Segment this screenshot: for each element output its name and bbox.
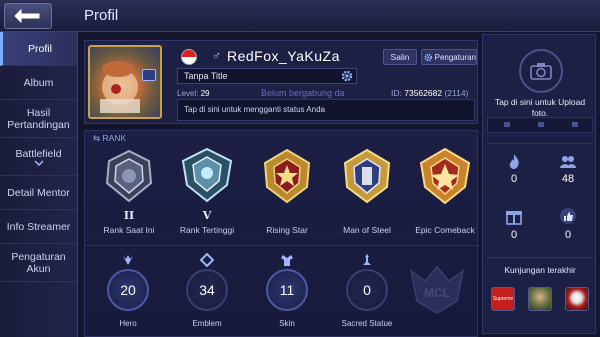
- photo-slots: [487, 117, 593, 133]
- avatar[interactable]: [88, 45, 162, 119]
- rank-header: ⇆ RANK: [93, 133, 126, 144]
- highest-rank-label: Rank Tertinggi: [179, 225, 235, 235]
- gift-icon[interactable]: [505, 207, 523, 225]
- status-input[interactable]: Tap di sini untuk mengganti status Anda: [177, 99, 475, 121]
- rank-panel: ⇆ RANK II Rank Saat Ini V Rank Tertinggi…: [84, 130, 479, 337]
- photo-slot-icon[interactable]: [488, 118, 594, 132]
- highest-rank-tier: V: [202, 209, 212, 222]
- visitor-avatar[interactable]: [528, 287, 552, 311]
- sidebar-item-label: Hasil Pertandingan: [7, 106, 70, 131]
- rank-header-icon: ⇆: [93, 133, 101, 143]
- mcl-logo-text: MCL: [424, 286, 450, 300]
- sidebar-item-label: Profil: [28, 42, 52, 55]
- guild-status: Belum bergabung da: [261, 88, 345, 98]
- sidebar-item-battlefield[interactable]: Battlefield: [0, 138, 77, 176]
- top-bar: Profil: [0, 0, 600, 32]
- like-count: 0: [564, 229, 572, 241]
- visitor-avatar-text: Supreme: [492, 296, 514, 302]
- chevron-down-icon: [33, 159, 44, 166]
- server-value: (2114): [444, 88, 469, 98]
- level-display: Level: 29: [177, 89, 210, 98]
- back-arrow-icon: [14, 8, 40, 24]
- copy-button[interactable]: Salin: [383, 49, 417, 65]
- hero-icon: [123, 255, 133, 265]
- upload-photo-text[interactable]: Tap di sini untuk Upload foto.: [487, 97, 593, 119]
- hero-count[interactable]: 20: [107, 269, 149, 311]
- hero-portrait-icon: [100, 61, 140, 113]
- male-gender-icon: ♂: [211, 48, 222, 63]
- man-of-steel-label: Man of Steel: [343, 225, 391, 235]
- skin-count[interactable]: 11: [266, 269, 308, 311]
- highest-rank-badge-icon[interactable]: [177, 147, 237, 205]
- emblem-count[interactable]: 34: [186, 269, 228, 311]
- sidebar-item-hasil-pertandingan[interactable]: Hasil Pertandingan: [0, 100, 77, 138]
- recent-visits-label: Kunjungan terakhir: [504, 265, 576, 275]
- indonesia-flag-icon: [181, 49, 197, 65]
- sacred-statue-icon: [363, 254, 371, 265]
- friends-count: 48: [561, 173, 575, 185]
- mcl-logo-icon: MCL: [409, 265, 465, 314]
- fire-icon: [509, 154, 519, 169]
- main-content: ♂ RedFox_YaKuZa Salin Pengaturan Tanpa T…: [80, 34, 479, 337]
- sidebar-item-album[interactable]: Album: [0, 66, 77, 100]
- man-of-steel-medal-icon[interactable]: [337, 147, 397, 205]
- right-panel: Tap di sini untuk Upload foto. 0 48 0 0 …: [482, 34, 596, 334]
- rising-star-medal-icon[interactable]: [257, 147, 317, 205]
- sacred-statue-count[interactable]: 0: [346, 269, 388, 311]
- title-field[interactable]: Tanpa Title: [177, 68, 357, 84]
- settings-label: Pengaturan: [434, 52, 476, 62]
- camera-icon: [530, 63, 552, 80]
- settings-button[interactable]: Pengaturan: [421, 49, 477, 65]
- popularity-count: 0: [510, 173, 518, 185]
- right-panel-divider: [487, 143, 593, 144]
- change-avatar-icon[interactable]: [142, 69, 156, 81]
- sidebar-item-pengaturan-akun[interactable]: Pengaturan Akun: [0, 244, 77, 282]
- profile-card: ♂ RedFox_YaKuZa Salin Pengaturan Tanpa T…: [84, 40, 478, 124]
- sidebar-item-label: Detail Mentor: [7, 186, 70, 199]
- skin-label: Skin: [279, 319, 295, 328]
- gear-icon: [424, 53, 433, 61]
- emblem-label: Emblem: [192, 319, 222, 328]
- sidebar-item-profil[interactable]: Profil: [0, 32, 77, 66]
- current-rank-label: Rank Saat Ini: [103, 225, 155, 235]
- skin-icon: [281, 255, 293, 266]
- page-title: Profil: [84, 7, 119, 24]
- back-button[interactable]: [4, 3, 52, 29]
- sidebar-item-label: Album: [23, 76, 54, 89]
- visitor-avatar[interactable]: [565, 287, 589, 311]
- sidebar-item-label: Info Streamer: [6, 220, 71, 233]
- player-id: ID: 73562682 (2114): [391, 88, 468, 98]
- id-label: ID:: [391, 88, 402, 98]
- rank-header-label: RANK: [102, 133, 127, 143]
- visitor-avatar[interactable]: Supreme: [491, 287, 515, 311]
- emblem-icon: [200, 253, 214, 267]
- friends-icon: [560, 156, 576, 168]
- level-label: Level:: [177, 89, 199, 98]
- sidebar-item-detail-mentor[interactable]: Detail Mentor: [0, 176, 77, 210]
- current-rank-badge-icon[interactable]: [99, 147, 159, 205]
- hero-label: Hero: [119, 319, 137, 328]
- sidebar: Profil Album Hasil Pertandingan Battlefi…: [0, 32, 78, 337]
- sacred-statue-label: Sacred Statue: [341, 319, 393, 328]
- sidebar-item-label: Pengaturan Akun: [11, 250, 66, 275]
- thumbs-up-icon[interactable]: [559, 207, 577, 225]
- current-rank-tier: II: [123, 209, 135, 222]
- upload-photo-button[interactable]: [519, 49, 563, 93]
- level-value: 29: [200, 89, 210, 98]
- section-divider: [85, 245, 479, 246]
- right-panel-divider: [487, 257, 593, 258]
- gift-count: 0: [510, 229, 518, 241]
- id-value: 73562682: [404, 88, 443, 98]
- title-settings-gear-icon[interactable]: [341, 70, 353, 82]
- epic-comeback-medal-icon[interactable]: [415, 147, 475, 205]
- sidebar-item-label: Battlefield: [15, 147, 62, 160]
- sidebar-item-info-streamer[interactable]: Info Streamer: [0, 210, 77, 244]
- username: RedFox_YaKuZa: [227, 48, 340, 64]
- epic-comeback-label: Epic Comeback: [415, 225, 475, 235]
- rising-star-label: Rising Star: [266, 225, 308, 235]
